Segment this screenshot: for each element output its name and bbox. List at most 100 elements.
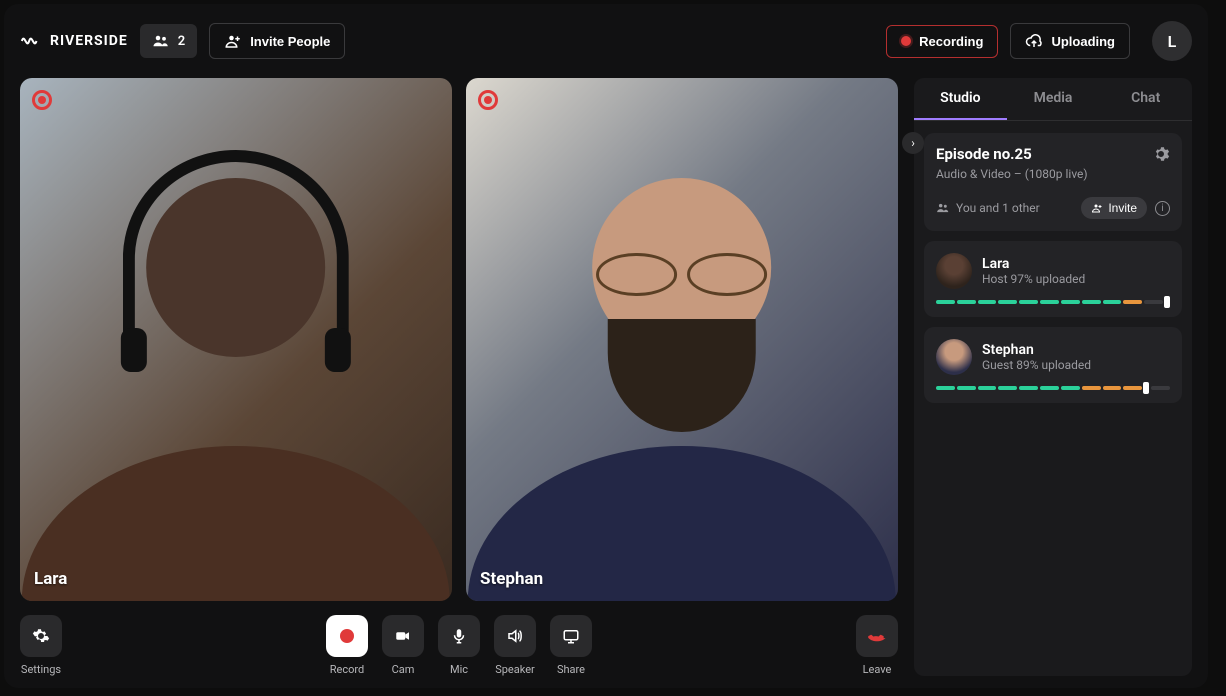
speaker-button[interactable] (494, 615, 536, 657)
invite-people-button[interactable]: Invite People (209, 23, 345, 59)
video-tile-stephan[interactable]: Stephan (466, 78, 898, 601)
progress-segment (1151, 386, 1170, 390)
sidebar-panel: Episode no.25 Audio & Video – (1080p liv… (914, 121, 1192, 415)
participant-row: LaraHost 97% uploaded (936, 253, 1170, 289)
record-button[interactable] (326, 615, 368, 657)
participant-card[interactable]: LaraHost 97% uploaded (924, 241, 1182, 317)
settings-button[interactable] (20, 615, 62, 657)
video-tile-lara[interactable]: Lara (20, 78, 452, 601)
cam-button[interactable] (382, 615, 424, 657)
people-count: 2 (178, 34, 185, 49)
header-bar: RIVERSIDE 2 Invite People Recording Uplo… (4, 4, 1208, 78)
progress-segment (1123, 386, 1142, 390)
screen-share-icon (562, 627, 580, 645)
gear-icon (32, 627, 50, 645)
waveform-icon (20, 30, 42, 52)
mic-icon (450, 627, 468, 645)
progress-segment (1019, 300, 1038, 304)
people-icon (152, 32, 170, 50)
hang-up-icon (864, 623, 889, 648)
add-person-icon (224, 32, 242, 50)
recording-button[interactable]: Recording (886, 25, 998, 58)
people-count-pill[interactable]: 2 (140, 24, 197, 58)
participant-name: Stephan (982, 342, 1091, 358)
share-label: Share (557, 663, 585, 676)
speaker-icon (506, 627, 524, 645)
participant-card[interactable]: StephanGuest 89% uploaded (924, 327, 1182, 403)
recording-label: Recording (919, 34, 983, 49)
gear-icon[interactable] (1152, 145, 1170, 163)
leave-control: Leave (856, 615, 898, 676)
progress-segment (1103, 386, 1122, 390)
participant-meta: Host 97% uploaded (982, 272, 1085, 286)
sidebar: › Studio Media Chat Episode no.25 Audio … (914, 78, 1192, 676)
app-window: RIVERSIDE 2 Invite People Recording Uplo… (4, 4, 1208, 688)
participant-name: Lara (982, 256, 1085, 272)
mic-control: Mic (438, 615, 480, 676)
progress-thumb (1164, 296, 1170, 308)
tab-studio[interactable]: Studio (914, 78, 1007, 120)
participant-figure (488, 140, 877, 601)
record-control: Record (326, 615, 368, 676)
progress-segment (1040, 386, 1059, 390)
main-area: Lara Stephan (4, 78, 1208, 688)
progress-segment (957, 386, 976, 390)
sidebar-tabs: Studio Media Chat (914, 78, 1192, 121)
invite-button[interactable]: Invite (1081, 197, 1147, 219)
record-label: Record (330, 663, 364, 676)
leave-button[interactable] (856, 615, 898, 657)
tile-name-label: Lara (34, 569, 67, 589)
add-person-icon (1091, 202, 1103, 214)
episode-title: Episode no.25 (936, 145, 1088, 163)
share-button[interactable] (550, 615, 592, 657)
progress-segment (1040, 300, 1059, 304)
progress-segment (957, 300, 976, 304)
speaker-label: Speaker (495, 663, 535, 676)
mic-button[interactable] (438, 615, 480, 657)
settings-control: Settings (20, 615, 62, 676)
camera-icon (394, 627, 412, 645)
tab-media[interactable]: Media (1007, 78, 1100, 120)
cam-control: Cam (382, 615, 424, 676)
recording-indicator-icon (32, 90, 52, 110)
sidebar-collapse-button[interactable]: › (902, 132, 924, 154)
user-avatar[interactable]: L (1152, 21, 1192, 61)
progress-segment (1123, 300, 1142, 304)
chevron-right-icon: › (911, 136, 915, 150)
progress-segment (978, 300, 997, 304)
share-control: Share (550, 615, 592, 676)
video-tiles: Lara Stephan (20, 78, 898, 601)
speaker-control: Speaker (494, 615, 536, 676)
uploading-button[interactable]: Uploading (1010, 23, 1130, 59)
progress-segment (936, 386, 955, 390)
invite-people-label: Invite People (250, 34, 330, 49)
recording-indicator-icon (478, 90, 498, 110)
upload-progress (936, 385, 1170, 391)
info-icon[interactable]: i (1155, 201, 1170, 216)
participant-meta: Guest 89% uploaded (982, 358, 1091, 372)
upload-progress (936, 299, 1170, 305)
progress-segment (1061, 386, 1080, 390)
control-bar: Settings Record Cam (20, 615, 898, 676)
stage: Lara Stephan (20, 78, 898, 676)
progress-segment (1082, 300, 1101, 304)
cam-label: Cam (392, 663, 415, 676)
progress-segment (1103, 300, 1122, 304)
episode-subtitle: Audio & Video – (1080p live) (936, 167, 1088, 181)
progress-segment (1144, 300, 1163, 304)
tile-name-label: Stephan (480, 569, 543, 589)
brand-logo: RIVERSIDE (20, 30, 128, 52)
uploading-label: Uploading (1051, 34, 1115, 49)
progress-segment (998, 386, 1017, 390)
tab-chat[interactable]: Chat (1099, 78, 1192, 120)
progress-thumb (1143, 382, 1149, 394)
progress-segment (936, 300, 955, 304)
progress-segment (1082, 386, 1101, 390)
cloud-upload-icon (1025, 32, 1043, 50)
participant-avatar (936, 253, 972, 289)
brand-name: RIVERSIDE (50, 33, 128, 49)
leave-label: Leave (863, 663, 892, 676)
avatar-initial: L (1168, 32, 1177, 51)
participant-avatar (936, 339, 972, 375)
episode-card: Episode no.25 Audio & Video – (1080p liv… (924, 133, 1182, 231)
